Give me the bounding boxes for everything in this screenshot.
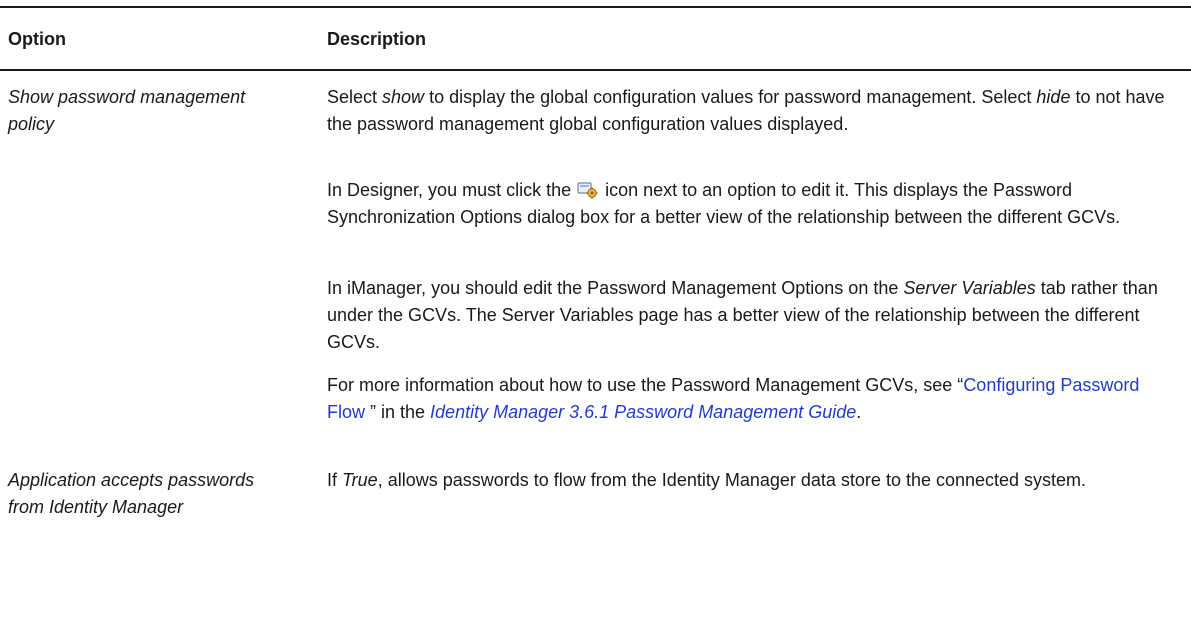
table-header-rule bbox=[0, 69, 1191, 71]
header-option: Option bbox=[8, 29, 66, 49]
link-password-management-guide[interactable]: Identity Manager 3.6.1 Password Manageme… bbox=[430, 402, 856, 422]
text: to display the global configuration valu… bbox=[424, 87, 1037, 107]
text: In iManager, you should edit the Passwor… bbox=[327, 278, 904, 298]
description-paragraph-1: Select show to display the global config… bbox=[327, 84, 1167, 138]
text: Select bbox=[327, 87, 383, 107]
text: If bbox=[327, 470, 343, 490]
description-paragraph-4: For more information about how to use th… bbox=[327, 372, 1167, 426]
text: . bbox=[856, 402, 862, 422]
emphasis-hide: hide bbox=[1036, 87, 1071, 107]
text: For more information about how to use th… bbox=[327, 375, 964, 395]
edit-gear-icon bbox=[577, 182, 598, 199]
description-paragraph-2: In Designer, you must click the icon nex… bbox=[327, 177, 1167, 231]
description-paragraph-3: In iManager, you should edit the Passwor… bbox=[327, 275, 1167, 356]
header-description: Description bbox=[327, 29, 427, 49]
emphasis-server-variables: Server Variables bbox=[903, 278, 1036, 298]
text: , allows passwords to flow from the Iden… bbox=[377, 470, 1087, 490]
table-top-rule bbox=[0, 6, 1191, 8]
emphasis-true: True bbox=[342, 470, 378, 490]
option-show-password-management-policy: Show password management policy bbox=[8, 87, 246, 134]
emphasis-show: show bbox=[382, 87, 425, 107]
text: ” in the bbox=[370, 402, 431, 422]
text: In Designer, you must click the bbox=[327, 180, 577, 200]
option-application-accepts-passwords: Application accepts passwords from Ident… bbox=[8, 470, 255, 517]
description-row2-paragraph: If True, allows passwords to flow from t… bbox=[327, 467, 1167, 494]
